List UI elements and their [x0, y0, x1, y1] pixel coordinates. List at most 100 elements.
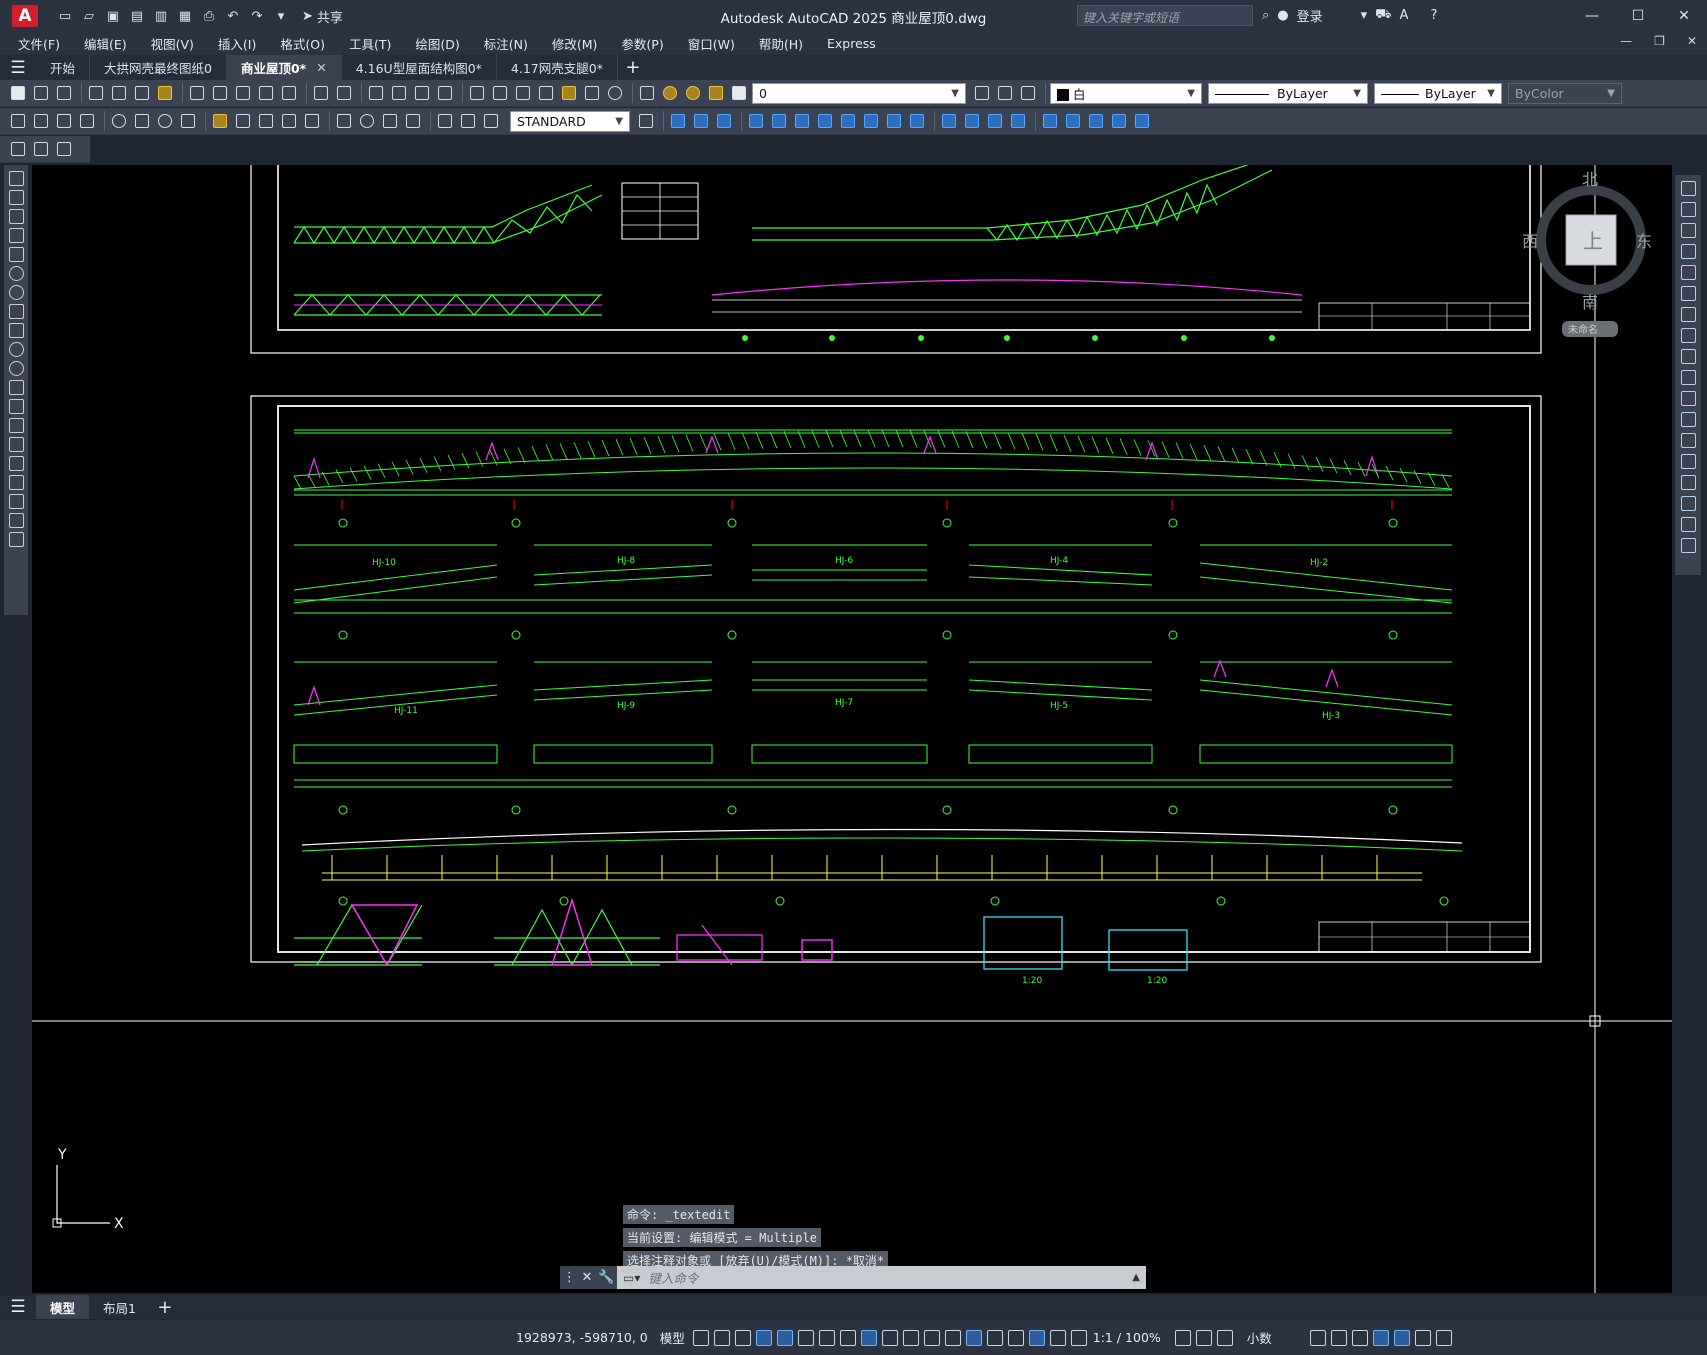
layer-properties-icon[interactable] [637, 83, 657, 103]
solid-9-icon[interactable] [1132, 111, 1152, 131]
tolerance-icon[interactable] [334, 111, 354, 131]
model-space-viewport[interactable]: 1:20 1:20 HJ-10 HJ-8 HJ-6 HJ-4 HJ-2 HJ-1… [32, 165, 1672, 1293]
coordinates-readout[interactable]: 1928973, -598710, 0 [516, 1330, 648, 1345]
new-tab-icon[interactable]: + [618, 55, 648, 80]
ellipse-arc-icon[interactable] [8, 361, 24, 376]
solid-8-icon[interactable] [1109, 111, 1129, 131]
help-icon[interactable]: ? [1430, 8, 1437, 23]
isolate-objects-icon[interactable] [1351, 1329, 1368, 1346]
solid-3-icon[interactable] [985, 111, 1005, 131]
make-block-icon[interactable] [8, 399, 24, 414]
copy-object-icon[interactable] [1680, 202, 1696, 217]
blend-curves-icon[interactable] [1680, 517, 1696, 532]
polyline-icon[interactable] [8, 209, 24, 224]
menu-help[interactable]: 帮助(H) [759, 34, 803, 53]
plot-icon[interactable] [86, 83, 106, 103]
extend-icon[interactable] [1680, 391, 1696, 406]
cart-icon[interactable]: ⛟ [1375, 7, 1391, 24]
redo-icon[interactable] [334, 83, 354, 103]
fillet-icon[interactable] [1680, 496, 1696, 511]
layer-states-icon[interactable] [1018, 83, 1038, 103]
block-editor-icon[interactable] [279, 83, 299, 103]
3d-box-2-icon[interactable] [769, 111, 789, 131]
layer-color-icon[interactable] [729, 83, 749, 103]
offset-icon[interactable] [1680, 244, 1696, 259]
solid-5-icon[interactable] [1040, 111, 1060, 131]
publish-icon[interactable] [132, 83, 152, 103]
menu-edit[interactable]: 编辑(E) [84, 34, 127, 53]
markup-icon[interactable] [559, 83, 579, 103]
layout-menu-icon[interactable]: ☰ [0, 1295, 36, 1320]
plotstyle-dropdown[interactable]: ByColor ▼ [1508, 82, 1622, 104]
erase-icon[interactable] [1680, 181, 1696, 196]
dimstyle-dropdown[interactable]: STANDARD ▼ [510, 110, 630, 132]
layer-lock-icon[interactable] [706, 83, 726, 103]
menu-view[interactable]: 视图(V) [151, 34, 194, 53]
line-icon[interactable] [8, 171, 24, 186]
redo-icon[interactable]: ↷ [248, 7, 266, 25]
isodraft-icon[interactable] [818, 1329, 835, 1346]
fullscreen-icon[interactable] [1414, 1329, 1431, 1346]
menu-tools[interactable]: 工具(T) [349, 34, 391, 53]
dim-break-icon[interactable] [302, 111, 322, 131]
ucs-1-icon[interactable] [8, 139, 28, 159]
units-value[interactable]: 小数 [1247, 1328, 1272, 1347]
doc-minimize-icon[interactable]: — [1620, 34, 1632, 48]
close-icon[interactable]: ✕ [1661, 0, 1707, 32]
login-button[interactable]: 登录 [1297, 6, 1323, 25]
save-web-icon[interactable]: ▦ [176, 7, 194, 25]
selection-cycling-icon[interactable] [923, 1329, 940, 1346]
maximize-icon[interactable]: ☐ [1615, 0, 1661, 32]
view-iso-3-icon[interactable] [714, 111, 734, 131]
make-current-layer-icon[interactable] [972, 83, 992, 103]
customize-dropdown-icon[interactable]: ▾ [272, 7, 290, 25]
new-layout-icon[interactable]: + [150, 1295, 180, 1320]
solid-6-icon[interactable] [1063, 111, 1083, 131]
menu-modify[interactable]: 修改(M) [552, 34, 598, 53]
radius-icon[interactable] [109, 111, 129, 131]
command-history-icon[interactable]: ▲ [1132, 1272, 1140, 1283]
viewcube-west[interactable]: 西 [1522, 232, 1538, 251]
dynamic-input-icon[interactable] [755, 1329, 772, 1346]
trim-icon[interactable] [1680, 370, 1696, 385]
cut-icon[interactable] [187, 83, 207, 103]
tab-model[interactable]: 模型 [36, 1295, 90, 1319]
osnap-icon[interactable] [860, 1329, 877, 1346]
baseline-icon[interactable] [233, 111, 253, 131]
menu-file[interactable]: 文件(F) [18, 34, 60, 53]
dim-update-icon[interactable] [481, 111, 501, 131]
dynamic-ucs-icon[interactable] [965, 1329, 982, 1346]
3d-osnap-icon[interactable] [944, 1329, 961, 1346]
linear-dim-icon[interactable] [8, 111, 28, 131]
spline-icon[interactable] [8, 323, 24, 338]
move-icon[interactable] [1680, 286, 1696, 301]
chamfer-icon[interactable] [1680, 475, 1696, 490]
open-web-icon[interactable]: ▥ [152, 7, 170, 25]
quick-properties-icon[interactable] [1309, 1329, 1326, 1346]
infer-icon[interactable] [734, 1329, 751, 1346]
lineweight-dropdown[interactable]: ByLayer ▼ [1374, 82, 1502, 104]
search-icon[interactable]: ⌕ [1262, 8, 1269, 23]
zoom-previous-icon[interactable] [435, 83, 455, 103]
view-iso-2-icon[interactable] [691, 111, 711, 131]
mirror-icon[interactable] [1680, 223, 1696, 238]
jogged-icon[interactable] [132, 111, 152, 131]
help-icon[interactable] [605, 83, 625, 103]
menu-window[interactable]: 窗口(W) [688, 34, 735, 53]
properties-icon[interactable] [467, 83, 487, 103]
revision-cloud-icon[interactable] [8, 304, 24, 319]
login-dropdown-icon[interactable]: ▾ [1361, 8, 1368, 23]
menu-format[interactable]: 格式(O) [280, 34, 325, 53]
3d-print-icon[interactable] [155, 83, 175, 103]
stretch-icon[interactable] [1680, 349, 1696, 364]
tab-shell-legs[interactable]: 4.17网壳支腿0* [497, 55, 618, 80]
arc-length-icon[interactable] [54, 111, 74, 131]
break-icon[interactable] [1680, 433, 1696, 448]
annotation-monitor-icon[interactable] [1195, 1329, 1212, 1346]
dimstyle-icon[interactable] [636, 111, 656, 131]
solid-1-icon[interactable] [939, 111, 959, 131]
sheet-set-icon[interactable] [536, 83, 556, 103]
polygon-icon[interactable] [8, 228, 24, 243]
ucs-3-icon[interactable] [54, 139, 74, 159]
diameter-icon[interactable] [155, 111, 175, 131]
